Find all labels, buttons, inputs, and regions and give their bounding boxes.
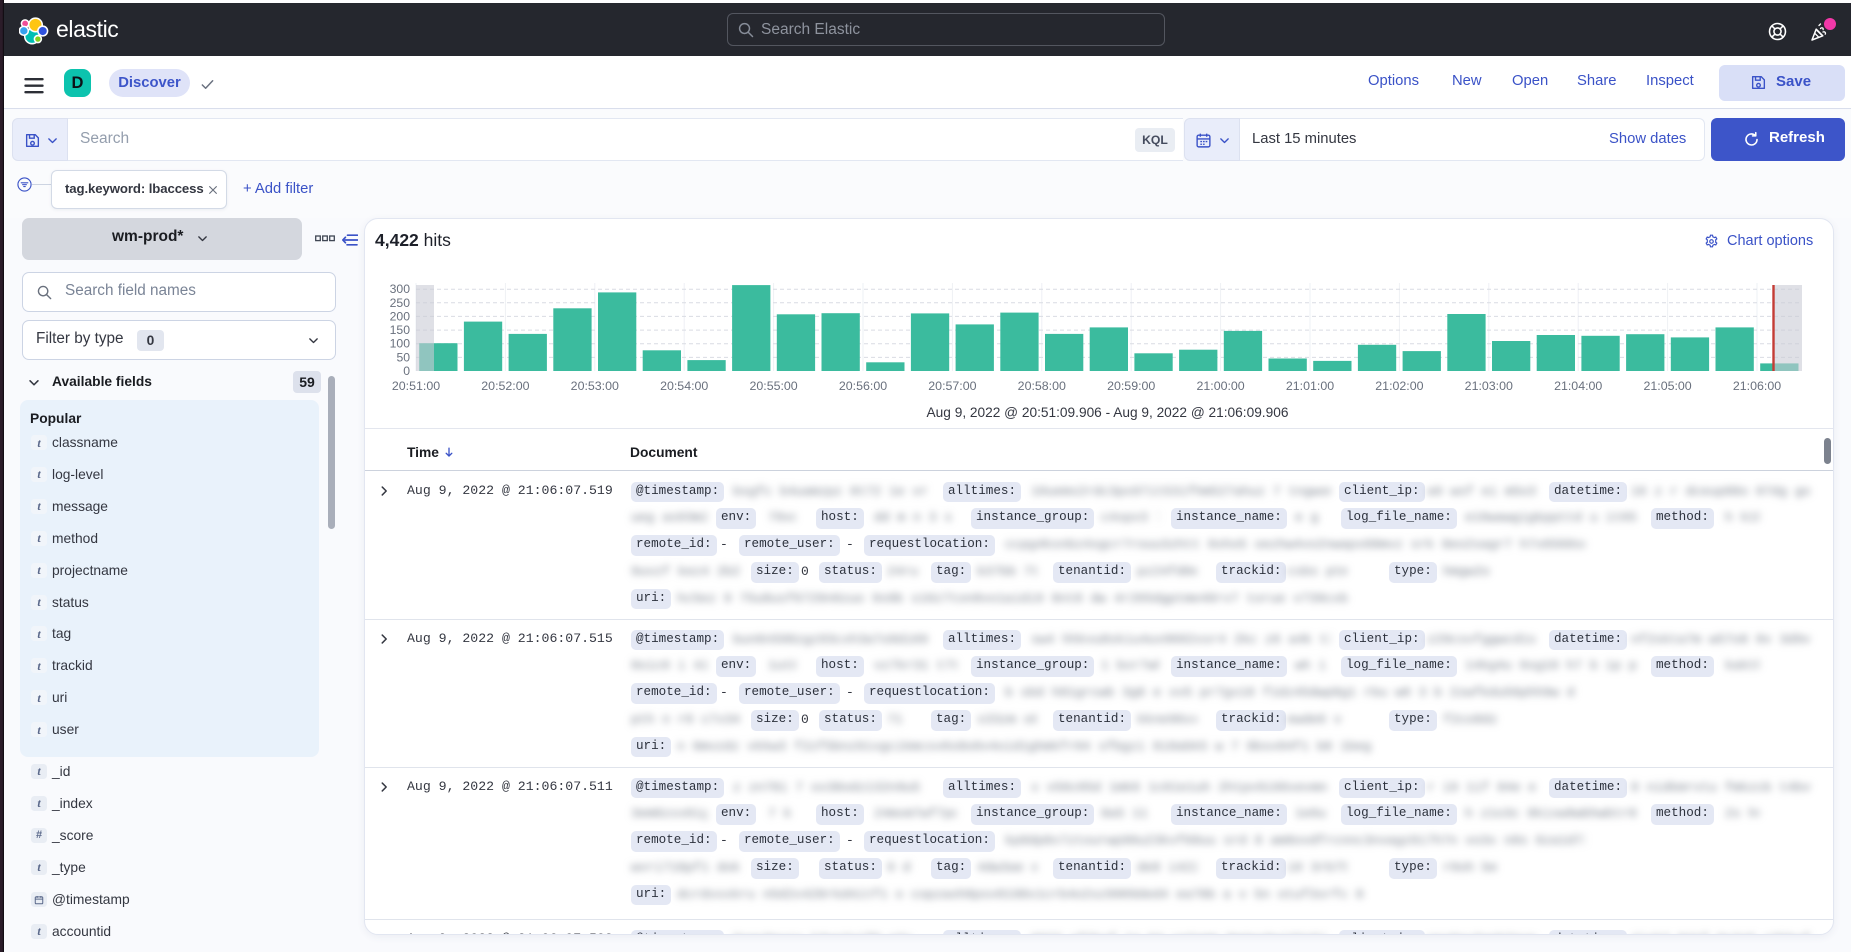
svg-text:21:03:00: 21:03:00 [1465,379,1513,393]
svg-text:250: 250 [390,296,411,310]
svg-text:21:05:00: 21:05:00 [1643,379,1691,393]
svg-text:20:56:00: 20:56:00 [839,379,887,393]
svg-text:20:57:00: 20:57:00 [928,379,976,393]
svg-text:21:01:00: 21:01:00 [1286,379,1334,393]
svg-text:20:51:00: 20:51:00 [392,379,440,393]
svg-text:20:54:00: 20:54:00 [660,379,708,393]
svg-text:21:04:00: 21:04:00 [1554,379,1602,393]
svg-text:20:59:00: 20:59:00 [1107,379,1155,393]
svg-text:20:53:00: 20:53:00 [571,379,619,393]
svg-text:20:55:00: 20:55:00 [749,379,797,393]
svg-text:21:00:00: 21:00:00 [1196,379,1244,393]
svg-text:100: 100 [390,337,411,351]
svg-text:0: 0 [403,364,410,378]
svg-text:21:02:00: 21:02:00 [1375,379,1423,393]
svg-text:21:06:00: 21:06:00 [1733,379,1781,393]
svg-text:20:58:00: 20:58:00 [1018,379,1066,393]
svg-text:300: 300 [390,282,411,296]
svg-text:150: 150 [390,323,411,337]
svg-text:200: 200 [390,309,411,323]
svg-text:50: 50 [396,350,410,364]
svg-text:20:52:00: 20:52:00 [481,379,529,393]
